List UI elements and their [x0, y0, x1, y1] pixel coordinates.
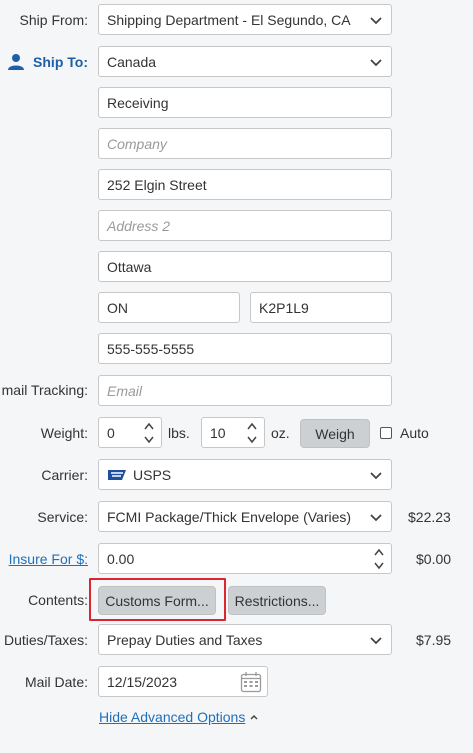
insure-price: $0.00: [416, 551, 452, 567]
country-value: Canada: [107, 53, 157, 70]
carrier-label: Carrier:: [41, 467, 88, 483]
duties-label: Duties/Taxes:: [3, 632, 88, 648]
province-input[interactable]: ON: [98, 292, 240, 323]
country-select[interactable]: Canada: [98, 46, 392, 77]
phone-input[interactable]: 555-555-5555: [98, 333, 392, 364]
email-tracking-label: mail Tracking:: [1, 382, 88, 398]
postal-input[interactable]: K2P1L9: [250, 292, 392, 323]
carrier-select[interactable]: USPS: [98, 459, 392, 490]
ship-to-label: Ship To:: [7, 53, 88, 71]
chevron-down-icon: [370, 513, 382, 521]
city-input[interactable]: Ottawa: [98, 251, 392, 282]
chevron-down-icon: [370, 471, 382, 479]
ship-to-text: Ship To:: [33, 54, 88, 70]
usps-logo-icon: [108, 469, 126, 480]
service-price: $22.23: [408, 509, 451, 525]
weight-label: Weight:: [40, 425, 88, 441]
mail-date-label: Mail Date:: [24, 674, 88, 690]
duties-select[interactable]: Prepay Duties and Taxes: [98, 624, 392, 655]
person-icon: [8, 54, 25, 70]
insure-value: 0.00: [107, 550, 135, 567]
name-input[interactable]: Receiving: [98, 87, 392, 118]
spinner-icon[interactable]: [143, 420, 155, 446]
contents-label: Contents:: [28, 592, 88, 608]
chevron-up-icon: [250, 714, 258, 720]
mail-date-value: 12/15/2023: [107, 673, 178, 690]
oz-unit: oz.: [271, 425, 290, 441]
ship-from-value: Shipping Department - El Segundo, CA: [107, 11, 351, 28]
chevron-down-icon: [370, 58, 382, 66]
hide-advanced-text: Hide Advanced Options: [99, 709, 246, 725]
restrictions-button[interactable]: Restrictions...: [228, 586, 326, 615]
carrier-value: USPS: [133, 466, 172, 483]
ship-from-select[interactable]: Shipping Department - El Segundo, CA: [98, 4, 392, 35]
duties-value: Prepay Duties and Taxes: [107, 631, 263, 648]
company-input[interactable]: Company: [98, 128, 392, 159]
address2-input[interactable]: Address 2: [98, 210, 392, 241]
weight-lbs-input[interactable]: 0: [98, 417, 162, 448]
weight-lbs-value: 0: [107, 424, 115, 441]
service-label: Service:: [37, 509, 88, 525]
spinner-icon[interactable]: [373, 546, 385, 572]
weight-oz-input[interactable]: 10: [201, 417, 265, 448]
duties-price: $7.95: [416, 632, 452, 648]
mail-date-input[interactable]: 12/15/2023: [98, 666, 268, 697]
chevron-down-icon: [370, 636, 382, 644]
insure-input[interactable]: 0.00: [98, 543, 392, 574]
address1-input[interactable]: 252 Elgin Street: [98, 169, 392, 200]
weight-oz-value: 10: [210, 424, 226, 441]
insure-link[interactable]: Insure For $:: [9, 551, 88, 567]
service-value: FCMI Package/Thick Envelope (Varies): [107, 508, 352, 525]
email-tracking-input[interactable]: Email: [98, 375, 392, 406]
lbs-unit: lbs.: [168, 425, 190, 441]
hide-advanced-options-link[interactable]: Hide Advanced Options: [99, 709, 259, 725]
auto-checkbox[interactable]: [380, 427, 392, 439]
weigh-button[interactable]: Weigh: [300, 419, 370, 448]
ship-from-label: Ship From:: [19, 12, 88, 28]
spinner-icon[interactable]: [246, 420, 258, 446]
calendar-icon[interactable]: [240, 671, 262, 693]
service-select[interactable]: FCMI Package/Thick Envelope (Varies): [98, 501, 392, 532]
chevron-down-icon: [370, 16, 382, 24]
customs-form-button[interactable]: Customs Form...: [98, 586, 216, 615]
auto-label: Auto: [400, 425, 429, 441]
